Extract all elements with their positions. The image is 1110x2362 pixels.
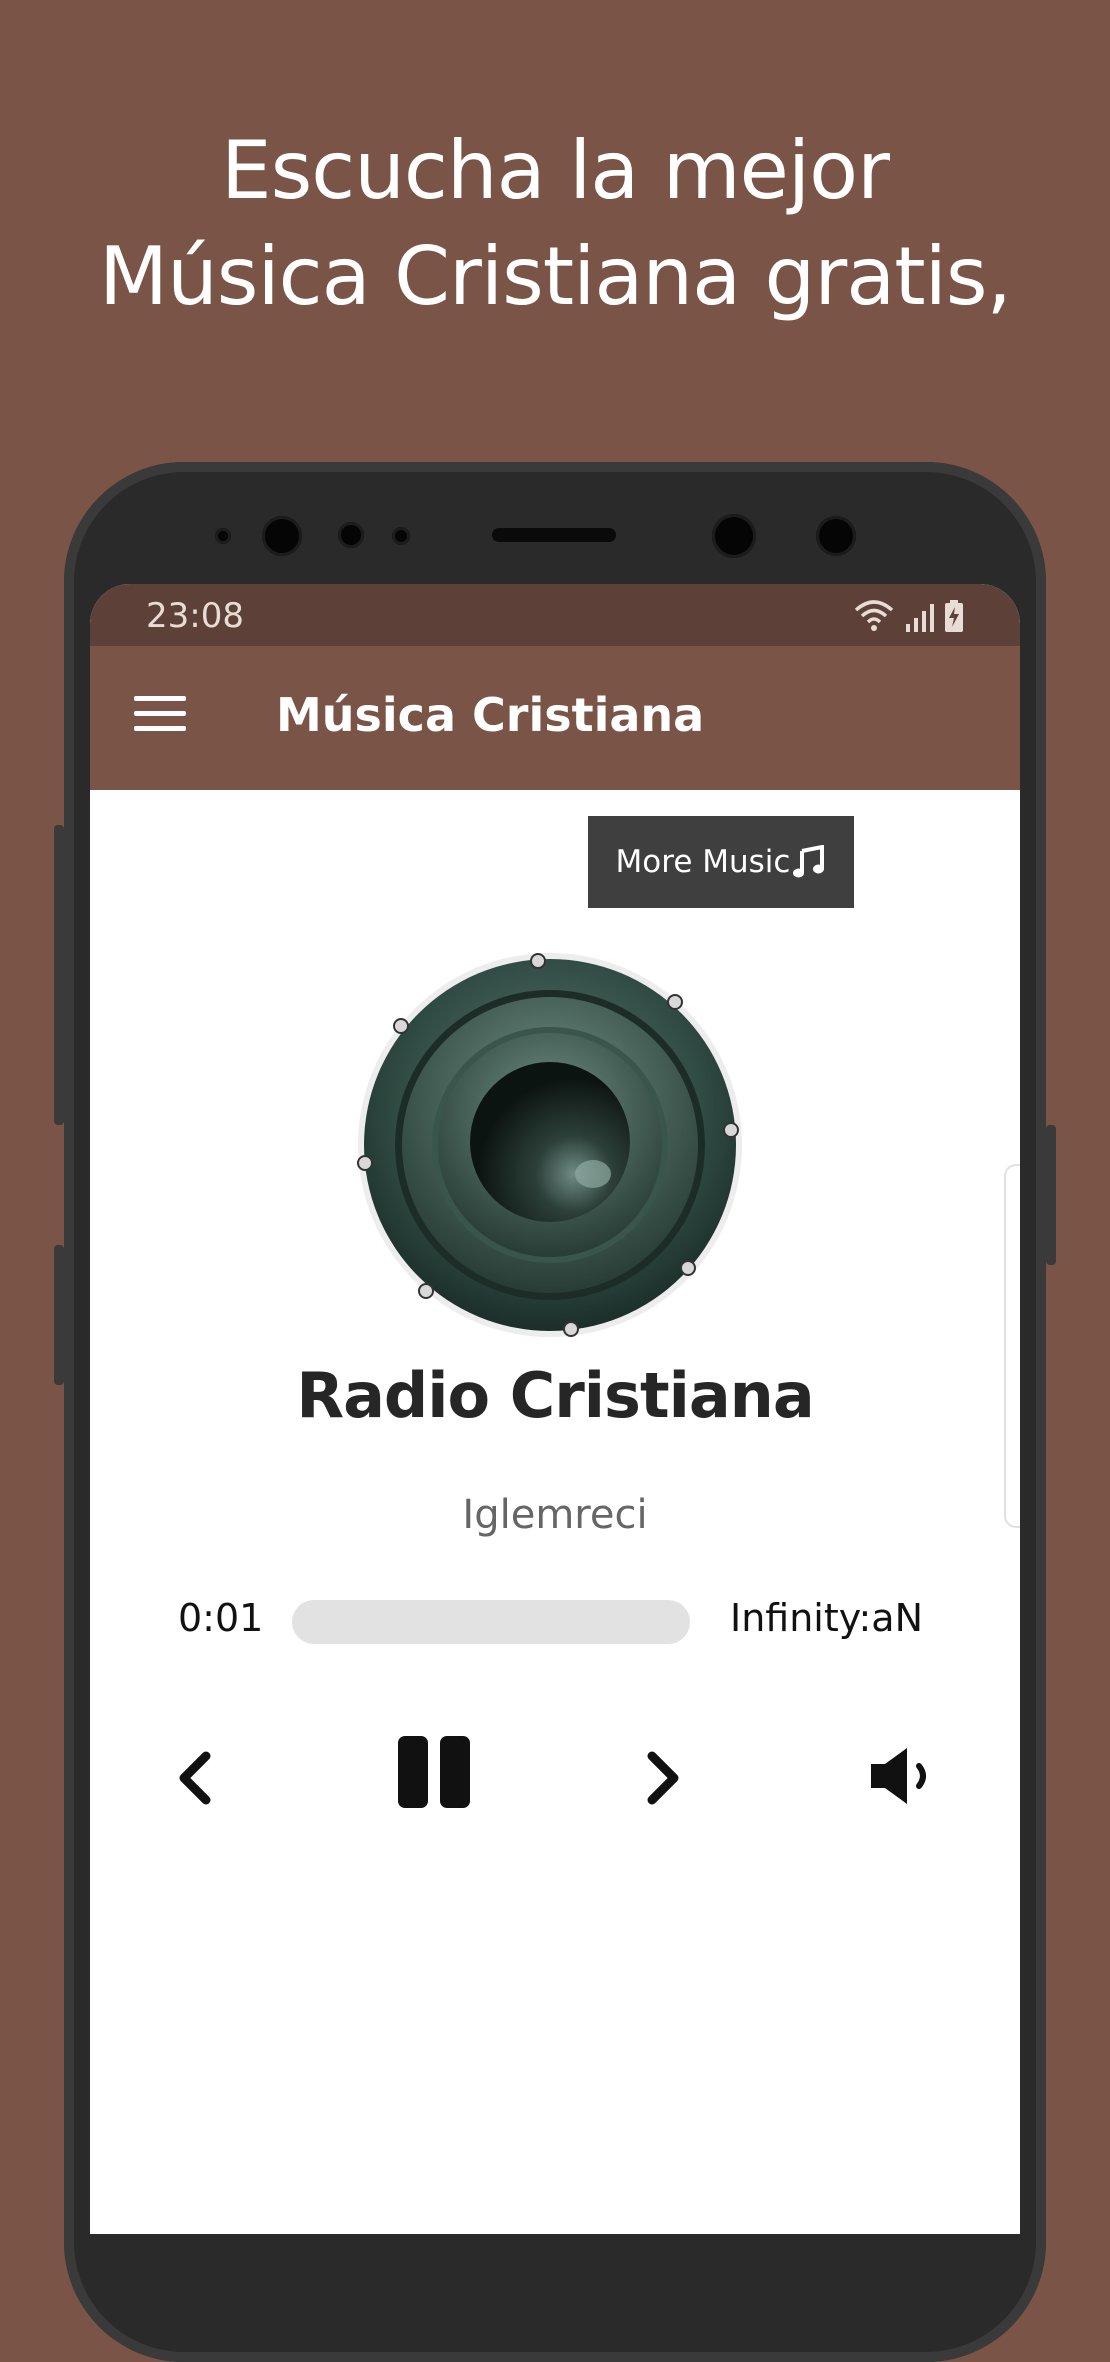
next-icon[interactable] [640, 1748, 686, 1808]
station-name: Radio Cristiana [296, 1359, 814, 1432]
progress-bar[interactable] [292, 1600, 690, 1644]
phone-camera [712, 514, 756, 558]
hamburger-menu-icon[interactable] [134, 696, 186, 736]
scroll-indicator [1004, 1164, 1020, 1528]
music-note-icon [793, 845, 825, 878]
phone-sensor [338, 522, 364, 548]
app-title: Música Cristiana [276, 688, 705, 742]
app-bar: Música Cristiana [90, 646, 1020, 790]
phone-sensor [215, 528, 231, 544]
phone-side-button [1046, 1125, 1056, 1265]
status-time: 23:08 [146, 596, 244, 636]
phone-earpiece [492, 528, 616, 542]
current-time: 0:01 [178, 1596, 264, 1640]
total-time: Infinity:aN [730, 1596, 924, 1640]
pause-icon[interactable] [396, 1734, 472, 1810]
promo-line-1: Escucha la mejor [221, 124, 890, 217]
previous-icon[interactable] [172, 1748, 218, 1808]
app-screen: 23:08 Música Cristiana More Music Radio … [90, 584, 1020, 2234]
phone-side-button [54, 1245, 64, 1385]
more-music-label: More Music [615, 844, 791, 880]
battery-charging-icon [945, 600, 963, 632]
more-music-button[interactable]: More Music [588, 816, 854, 908]
wifi-icon [854, 600, 894, 631]
phone-sensor [392, 527, 410, 545]
speaker-artwork [357, 953, 742, 1337]
promo-headline: Escucha la mejor Música Cristiana gratis… [0, 118, 1110, 330]
artist-name: Iglemreci [462, 1492, 648, 1538]
phone-side-button [54, 825, 64, 1125]
status-bar: 23:08 [90, 584, 1020, 646]
promo-line-2: Música Cristiana gratis, [99, 230, 1012, 323]
volume-icon[interactable] [867, 1744, 937, 1808]
phone-camera [816, 516, 856, 556]
phone-camera [262, 516, 302, 556]
status-icons [854, 598, 964, 632]
signal-icon [906, 604, 934, 632]
